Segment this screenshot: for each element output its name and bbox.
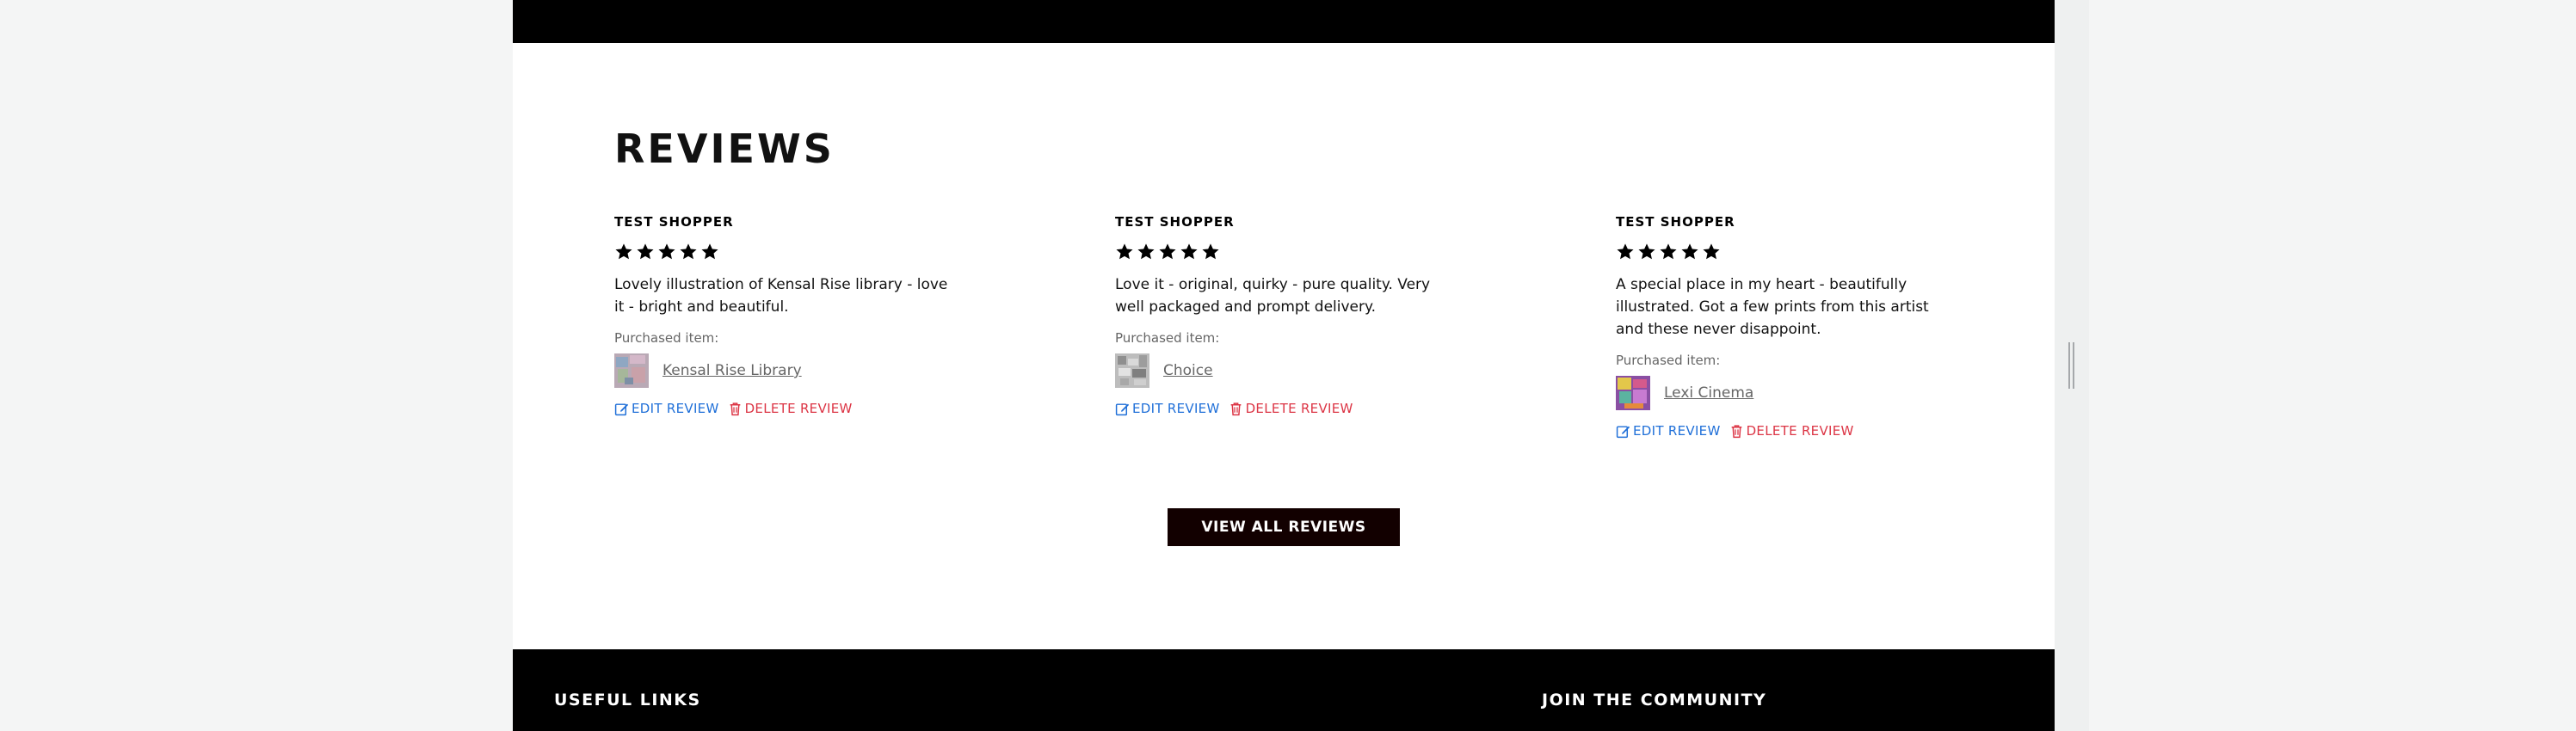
star-icon <box>1638 243 1655 260</box>
purchased-item-link[interactable]: Choice <box>1163 362 1213 379</box>
review-actions: EDIT REVIEW DELETE REVIEW <box>614 399 958 418</box>
header-band <box>513 0 2055 43</box>
star-icon <box>701 243 718 260</box>
star-icon <box>1703 243 1720 260</box>
star-icon <box>1180 243 1198 260</box>
purchased-item-link[interactable]: Kensal Rise Library <box>662 362 802 379</box>
star-icon <box>658 243 675 260</box>
product-thumbnail[interactable] <box>614 353 649 388</box>
resize-handle[interactable] <box>2068 342 2074 389</box>
view-all-reviews-button[interactable]: VIEW ALL REVIEWS <box>1168 508 1400 546</box>
reviewer-name: TEST SHOPPER <box>614 214 734 230</box>
review-actions: EDIT REVIEW DELETE REVIEW <box>1616 421 1960 440</box>
reviews-title: Reviews <box>614 126 835 172</box>
edit-review-button[interactable]: EDIT REVIEW <box>1115 401 1220 416</box>
trash-icon <box>1230 402 1241 415</box>
purchased-item: Lexi Cinema <box>1616 376 1960 410</box>
purchased-item: Kensal Rise Library <box>614 353 958 388</box>
star-icon <box>1137 243 1155 260</box>
review-card: TEST SHOPPER A special place in my heart… <box>1616 212 1960 440</box>
review-card: TEST SHOPPER Lovely illustration of Kens… <box>614 212 958 418</box>
trash-icon <box>730 402 740 415</box>
edit-icon <box>614 402 629 415</box>
product-thumbnail[interactable] <box>1616 376 1650 410</box>
star-rating <box>1115 243 1459 263</box>
footer: USEFUL LINKS JOIN THE COMMUNITY <box>513 649 2055 731</box>
page-content: Reviews TEST SHOPPER Lovely illustration… <box>513 0 2055 731</box>
reviewer-name: TEST SHOPPER <box>1616 214 1735 230</box>
star-icon <box>1681 243 1698 260</box>
delete-review-label: DELETE REVIEW <box>1746 423 1854 439</box>
edit-review-button[interactable]: EDIT REVIEW <box>614 401 719 416</box>
purchased-item-label: Purchased item: <box>1616 353 1721 368</box>
review-text: A special place in my heart - beautifull… <box>1616 276 1929 338</box>
footer-useful-links-heading: USEFUL LINKS <box>554 691 701 710</box>
purchased-item-label: Purchased item: <box>1115 330 1220 346</box>
star-icon <box>1202 243 1219 260</box>
edit-review-label: EDIT REVIEW <box>1633 423 1721 439</box>
delete-review-button[interactable]: DELETE REVIEW <box>1729 423 1854 439</box>
review-actions: EDIT REVIEW DELETE REVIEW <box>1115 399 1459 418</box>
delete-review-label: DELETE REVIEW <box>1245 401 1353 416</box>
footer-join-community-heading: JOIN THE COMMUNITY <box>1542 691 1767 710</box>
delete-review-button[interactable]: DELETE REVIEW <box>728 401 853 416</box>
product-thumbnail[interactable] <box>1115 353 1149 388</box>
star-icon <box>615 243 632 260</box>
star-icon <box>680 243 697 260</box>
edit-review-label: EDIT REVIEW <box>1132 401 1220 416</box>
edit-icon <box>1616 425 1630 438</box>
star-icon <box>1159 243 1176 260</box>
review-text: Lovely illustration of Kensal Rise libra… <box>614 276 948 316</box>
edit-icon <box>1115 402 1130 415</box>
edit-review-label: EDIT REVIEW <box>632 401 719 416</box>
review-text: Love it - original, quirky - pure qualit… <box>1115 276 1431 316</box>
delete-review-label: DELETE REVIEW <box>744 401 853 416</box>
purchased-item-label: Purchased item: <box>614 330 719 346</box>
star-icon <box>1617 243 1634 260</box>
edit-review-button[interactable]: EDIT REVIEW <box>1616 423 1721 439</box>
reviewer-name: TEST SHOPPER <box>1115 214 1235 230</box>
purchased-item: Choice <box>1115 353 1459 388</box>
star-icon <box>1116 243 1133 260</box>
star-icon <box>637 243 654 260</box>
star-icon <box>1660 243 1677 260</box>
delete-review-button[interactable]: DELETE REVIEW <box>1229 401 1353 416</box>
review-card: TEST SHOPPER Love it - original, quirky … <box>1115 212 1459 418</box>
trash-icon <box>1731 424 1741 438</box>
star-rating <box>1616 243 1960 263</box>
purchased-item-link[interactable]: Lexi Cinema <box>1664 384 1753 402</box>
star-rating <box>614 243 958 263</box>
